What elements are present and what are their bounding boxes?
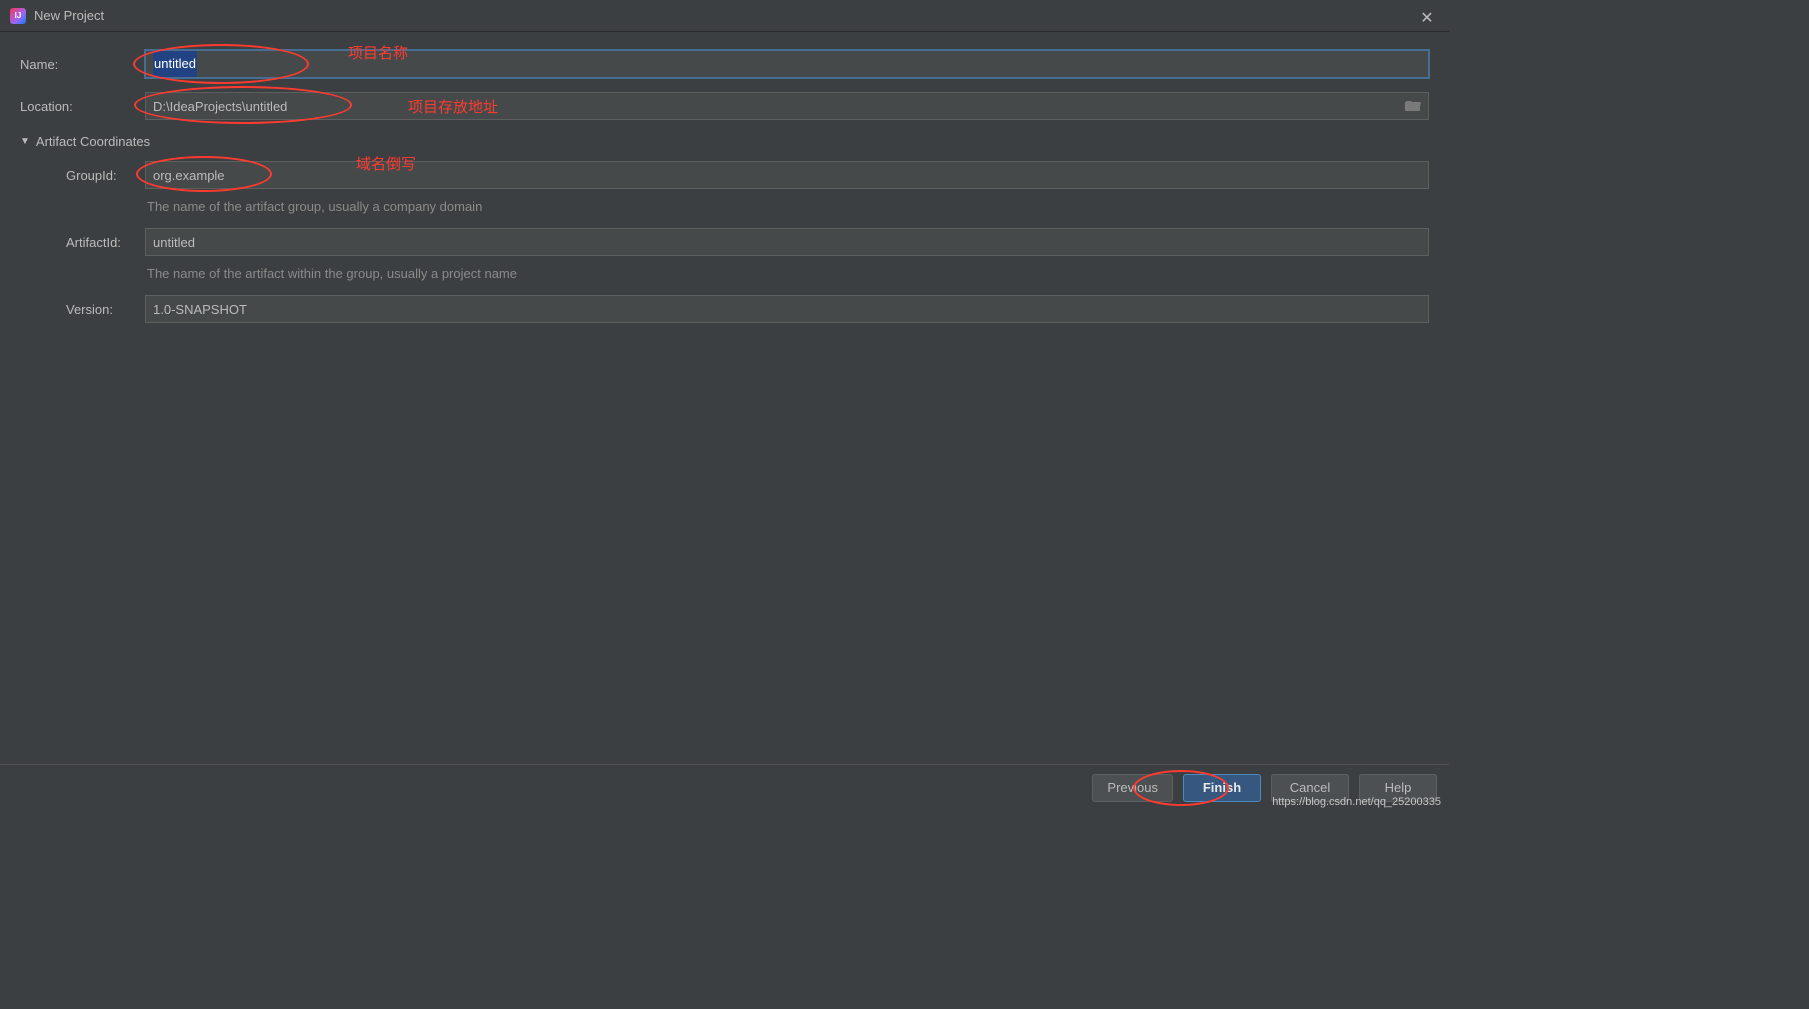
artifactid-label: ArtifactId:: [20, 235, 145, 250]
section-title: Artifact Coordinates: [36, 134, 150, 149]
help-button[interactable]: Help: [1359, 774, 1437, 802]
name-label: Name:: [20, 57, 145, 72]
previous-button[interactable]: Previous: [1092, 774, 1173, 802]
finish-button[interactable]: Finish: [1183, 774, 1261, 802]
chevron-down-icon: ▼: [20, 136, 30, 147]
artifactid-hint: The name of the artifact within the grou…: [145, 264, 1429, 281]
groupid-input[interactable]: [145, 161, 1429, 189]
dialog-button-bar: Previous Finish Cancel Help: [0, 764, 1449, 810]
version-input[interactable]: [145, 295, 1429, 323]
cancel-button[interactable]: Cancel: [1271, 774, 1349, 802]
location-input[interactable]: [145, 92, 1429, 120]
app-icon: IJ: [10, 8, 26, 24]
version-label: Version:: [20, 302, 145, 317]
titlebar: IJ New Project ✕: [0, 0, 1449, 32]
groupid-label: GroupId:: [20, 168, 145, 183]
window-title: New Project: [34, 8, 104, 23]
location-label: Location:: [20, 99, 145, 114]
artifact-coordinates-toggle[interactable]: ▼ Artifact Coordinates: [20, 134, 1429, 149]
groupid-hint: The name of the artifact group, usually …: [145, 197, 1429, 214]
close-icon[interactable]: ✕: [1417, 8, 1437, 28]
name-input[interactable]: [145, 50, 1429, 78]
folder-icon[interactable]: [1405, 98, 1421, 115]
artifactid-input[interactable]: [145, 228, 1429, 256]
